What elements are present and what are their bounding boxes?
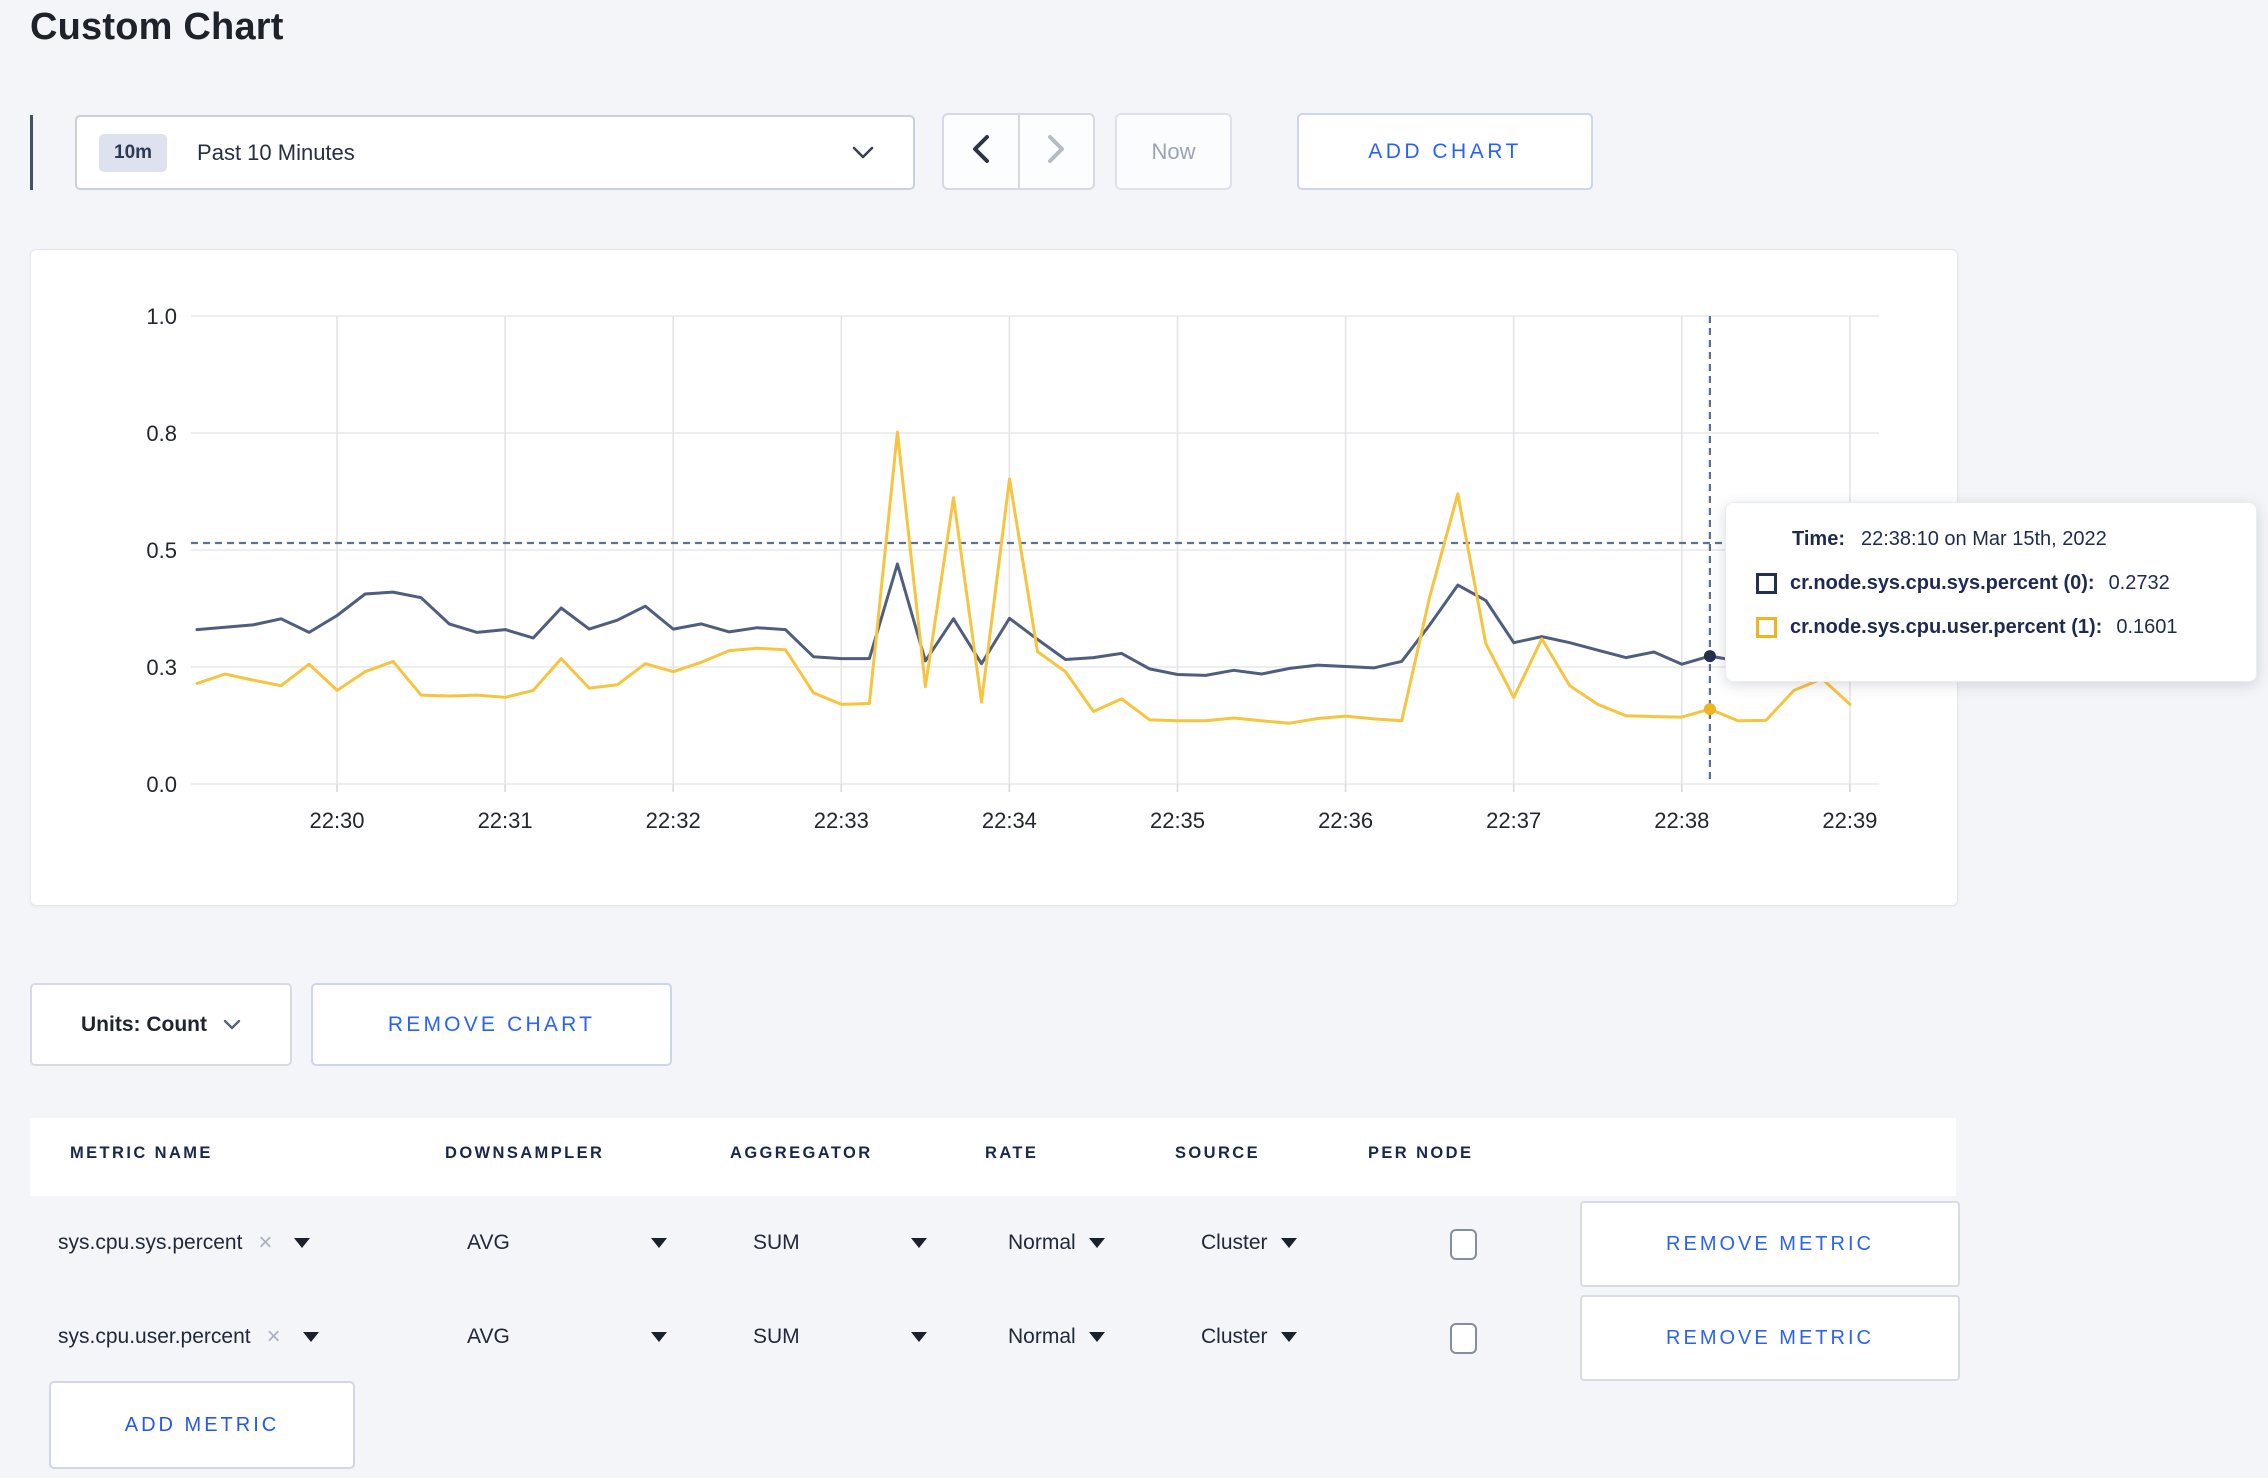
metric-name-dropdown[interactable]: sys.cpu.sys.percent × xyxy=(58,1196,311,1290)
tooltip-series-value: 0.2732 xyxy=(2108,572,2170,594)
metric-name-dropdown[interactable]: sys.cpu.user.percent × xyxy=(58,1290,319,1384)
rate-value: Normal xyxy=(1008,1231,1076,1254)
source-dropdown[interactable]: Cluster xyxy=(1201,1196,1297,1290)
tooltip-series-row: cr.node.sys.cpu.sys.percent (0): 0.2732 xyxy=(1756,572,2226,595)
svg-text:22:38: 22:38 xyxy=(1654,808,1709,833)
tooltip-series-name: cr.node.sys.cpu.user.percent (1): xyxy=(1790,616,2103,638)
svg-text:22:36: 22:36 xyxy=(1318,808,1373,833)
downsampler-dropdown[interactable]: AVG xyxy=(437,1290,667,1384)
remove-metric-button[interactable]: REMOVE METRIC xyxy=(1580,1295,1960,1381)
now-button[interactable]: Now xyxy=(1115,113,1232,190)
rate-dropdown[interactable]: Normal xyxy=(1008,1196,1105,1290)
source-value: Cluster xyxy=(1201,1231,1268,1254)
rate-dropdown[interactable]: Normal xyxy=(1008,1290,1105,1384)
caret-down-icon xyxy=(911,1238,927,1248)
metric-row: sys.cpu.user.percent × AVG SUM Normal Cl… xyxy=(30,1290,1960,1384)
caret-down-icon xyxy=(294,1238,311,1248)
units-dropdown[interactable]: Units: Count xyxy=(30,983,292,1066)
col-header-rate: RATE xyxy=(985,1144,1039,1162)
clear-metric-icon[interactable]: × xyxy=(267,1323,281,1351)
line-chart[interactable]: 0.0 0.3 0.5 0.8 1.0 22:30 22:31 22:32 22:33 22:34… xyxy=(31,250,1957,905)
col-header-metric-name: METRIC NAME xyxy=(70,1144,213,1162)
source-value: Cluster xyxy=(1201,1325,1268,1348)
caret-down-icon xyxy=(1280,1238,1297,1248)
caret-down-icon xyxy=(302,1332,319,1342)
timescale-dropdown[interactable]: 10m Past 10 Minutes xyxy=(75,115,915,190)
remove-metric-button[interactable]: REMOVE METRIC xyxy=(1580,1201,1960,1287)
col-header-source: SOURCE xyxy=(1175,1144,1260,1162)
tooltip-series-value: 0.1601 xyxy=(2116,616,2178,638)
chevron-left-icon xyxy=(970,134,992,169)
add-chart-button[interactable]: ADD CHART xyxy=(1297,113,1593,190)
page-title: Custom Chart xyxy=(30,6,284,48)
svg-text:22:33: 22:33 xyxy=(814,808,869,833)
clear-metric-icon[interactable]: × xyxy=(258,1229,272,1257)
aggregator-value: SUM xyxy=(753,1231,800,1254)
tooltip-time-value: 22:38:10 on Mar 15th, 2022 xyxy=(1860,528,2107,550)
per-node-checkbox[interactable] xyxy=(1450,1229,1477,1260)
chevron-down-icon xyxy=(223,1013,241,1037)
series-sys-swatch-icon xyxy=(1756,573,1777,594)
caret-down-icon xyxy=(1088,1238,1105,1248)
per-node-checkbox[interactable] xyxy=(1450,1323,1477,1354)
downsampler-value: AVG xyxy=(467,1231,510,1254)
metric-name-value: sys.cpu.user.percent xyxy=(58,1325,251,1348)
caret-down-icon xyxy=(651,1332,667,1342)
svg-text:1.0: 1.0 xyxy=(146,304,177,329)
chart-hover-tooltip: Time: 22:38:10 on Mar 15th, 2022 cr.node.… xyxy=(1725,502,2257,682)
tooltip-series-name: cr.node.sys.cpu.sys.percent (0): xyxy=(1790,572,2095,594)
series-user-swatch-icon xyxy=(1756,617,1777,638)
svg-text:22:32: 22:32 xyxy=(646,808,701,833)
caret-down-icon xyxy=(911,1332,927,1342)
caret-down-icon xyxy=(1088,1332,1105,1342)
svg-text:22:37: 22:37 xyxy=(1486,808,1541,833)
col-header-downsampler: DOWNSAMPLER xyxy=(445,1144,605,1162)
aggregator-value: SUM xyxy=(753,1325,800,1348)
col-header-aggregator: AGGREGATOR xyxy=(730,1144,873,1162)
tooltip-time-label: Time: xyxy=(1792,528,1845,550)
svg-text:22:31: 22:31 xyxy=(478,808,533,833)
metrics-table-header: METRIC NAME DOWNSAMPLER AGGREGATOR RATE … xyxy=(30,1118,1956,1196)
metric-row: sys.cpu.sys.percent × AVG SUM Normal Clu… xyxy=(30,1196,1960,1290)
svg-text:0.0: 0.0 xyxy=(146,772,177,797)
units-label: Units: Count xyxy=(81,1012,207,1036)
source-dropdown[interactable]: Cluster xyxy=(1201,1290,1297,1384)
svg-text:22:35: 22:35 xyxy=(1150,808,1205,833)
svg-text:22:39: 22:39 xyxy=(1822,808,1877,833)
svg-text:0.5: 0.5 xyxy=(146,538,177,563)
remove-chart-button[interactable]: REMOVE CHART xyxy=(311,983,672,1066)
add-metric-button[interactable]: ADD METRIC xyxy=(49,1381,355,1469)
chevron-right-icon xyxy=(1045,134,1067,169)
time-nav-group xyxy=(942,113,1095,190)
col-header-per-node: PER NODE xyxy=(1368,1144,1474,1162)
caret-down-icon xyxy=(1280,1332,1297,1342)
svg-text:0.8: 0.8 xyxy=(146,421,177,446)
metric-name-value: sys.cpu.sys.percent xyxy=(58,1231,243,1254)
toolbar-accent-bar xyxy=(30,115,33,190)
time-next-button[interactable] xyxy=(1020,115,1094,188)
custom-chart-page: Custom Chart 10m Past 10 Minutes Now ADD… xyxy=(0,0,2268,1478)
chevron-down-icon xyxy=(851,145,875,166)
aggregator-dropdown[interactable]: SUM xyxy=(723,1290,927,1384)
caret-down-icon xyxy=(651,1238,667,1248)
rate-value: Normal xyxy=(1008,1325,1076,1348)
svg-text:0.3: 0.3 xyxy=(146,655,177,680)
time-prev-button[interactable] xyxy=(944,115,1020,188)
downsampler-value: AVG xyxy=(467,1325,510,1348)
svg-text:22:34: 22:34 xyxy=(982,808,1037,833)
timescale-label: Past 10 Minutes xyxy=(197,139,355,165)
svg-text:22:30: 22:30 xyxy=(309,808,364,833)
aggregator-dropdown[interactable]: SUM xyxy=(723,1196,927,1290)
timescale-badge: 10m xyxy=(99,133,168,172)
chart-card: 0.0 0.3 0.5 0.8 1.0 22:30 22:31 22:32 22:33 22:34… xyxy=(30,249,1958,906)
downsampler-dropdown[interactable]: AVG xyxy=(437,1196,667,1290)
tooltip-time-row: Time: 22:38:10 on Mar 15th, 2022 xyxy=(1756,528,2226,551)
tooltip-series-row: cr.node.sys.cpu.user.percent (1): 0.1601 xyxy=(1756,616,2226,639)
